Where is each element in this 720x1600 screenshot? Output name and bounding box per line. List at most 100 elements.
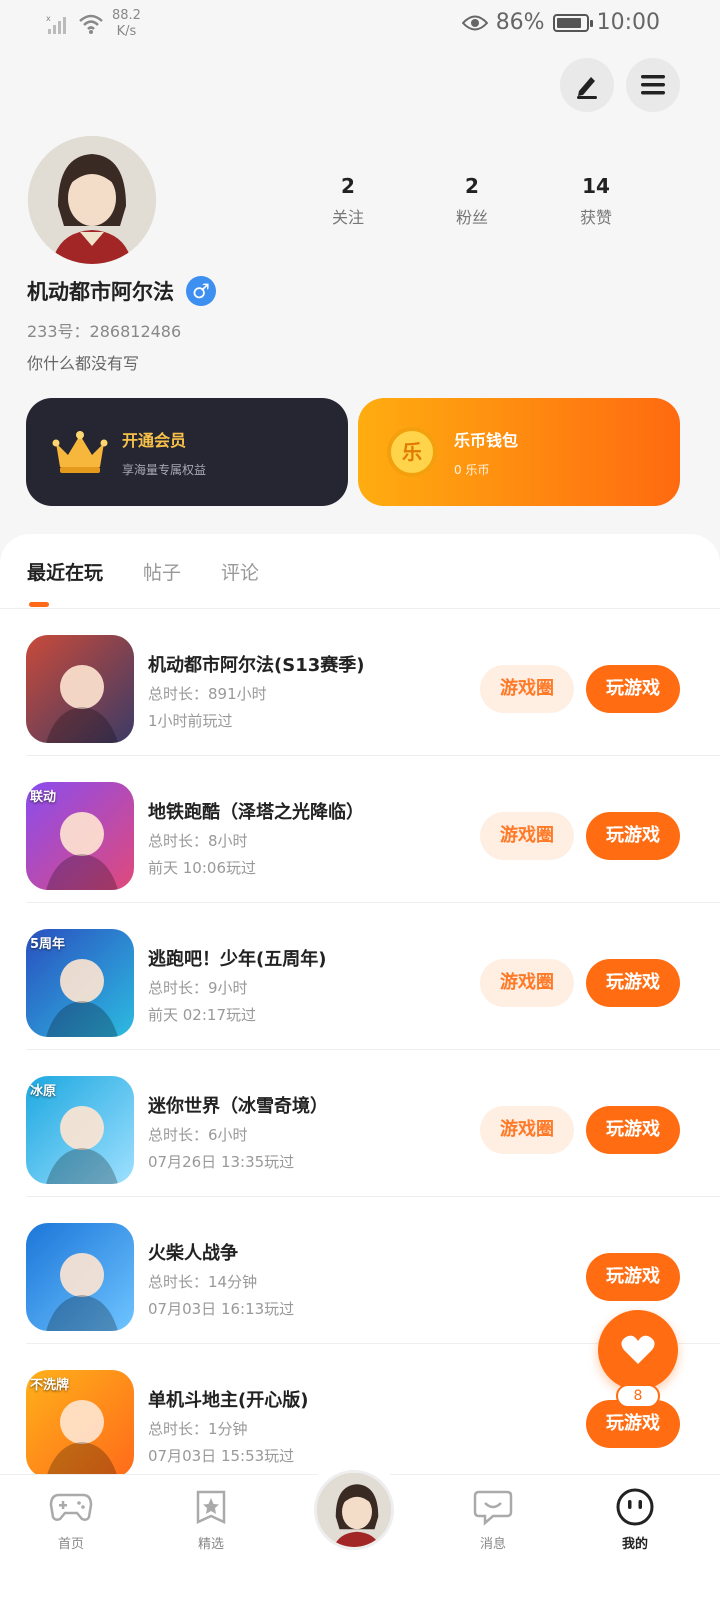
stat-value: 14 xyxy=(582,174,610,198)
wifi-icon xyxy=(79,14,103,34)
artwork-body xyxy=(46,707,118,743)
like-count-badge: 8 xyxy=(616,1384,660,1408)
tab-indicator xyxy=(29,602,49,607)
game-icon: 5周年 xyxy=(26,929,134,1037)
heart-icon xyxy=(621,1335,655,1364)
game-circle-button[interactable]: 游戏圈 xyxy=(480,665,574,713)
wallet-balance: 0 乐币 xyxy=(454,462,490,477)
play-game-button[interactable]: 玩游戏 xyxy=(586,1106,680,1154)
wallet-text: 乐币钱包 0 乐币 xyxy=(454,427,518,478)
stat-fans[interactable]: 2 粉丝 xyxy=(410,174,534,228)
game-name: 火柴人战争 xyxy=(148,1243,238,1264)
artwork-character xyxy=(60,1253,104,1297)
wallet-title: 乐币钱包 xyxy=(454,430,519,450)
tab-recent-played[interactable]: 最近在玩 xyxy=(27,558,103,608)
svg-text:x: x xyxy=(46,14,51,23)
game-info: 逃跑吧！少年(五周年) 总时长：9小时 前天 02:17玩过 xyxy=(148,945,326,1025)
game-info: 单机斗地主(开心版) 总时长：1分钟 07月03日 15:53玩过 xyxy=(148,1386,308,1466)
play-game-button[interactable]: 玩游戏 xyxy=(586,1253,680,1301)
nav-mine[interactable]: 我的 xyxy=(590,1487,680,1552)
stat-likes[interactable]: 14 获赞 xyxy=(534,174,658,228)
vip-text: 开通会员 享海量专属权益 xyxy=(122,427,206,478)
vip-card[interactable]: 开通会员 享海量专属权益 xyxy=(26,398,348,506)
game-artwork xyxy=(46,1253,118,1331)
game-circle-button[interactable]: 游戏圈 xyxy=(480,812,574,860)
artwork-character xyxy=(60,665,104,709)
artwork-character xyxy=(60,959,104,1003)
game-circle-button[interactable]: 游戏圈 xyxy=(480,959,574,1007)
list-item[interactable]: 机动都市阿尔法(S13赛季) 总时长：891小时 1小时前玩过 游戏圈 玩游戏 xyxy=(26,609,720,756)
status-bar: x 88.2 K/s 86% 10:00 xyxy=(0,0,720,52)
artwork-character xyxy=(60,1400,104,1444)
list-item[interactable]: 联动 地铁跑酷（泽塔之光降临） 总时长：8小时 前天 10:06玩过 游戏圈 玩… xyxy=(26,756,720,903)
stat-following[interactable]: 2 关注 xyxy=(286,174,410,228)
user-id: 233号：286812486 xyxy=(27,322,182,341)
list-item[interactable]: 冰原 迷你世界（冰雪奇境） 总时长：6小时 07月26日 13:35玩过 游戏圈… xyxy=(26,1050,720,1197)
avatar[interactable] xyxy=(28,136,156,264)
artwork-body xyxy=(46,854,118,890)
coin-icon: 乐 xyxy=(384,424,440,480)
stat-label: 粉丝 xyxy=(455,208,488,227)
artwork-character xyxy=(60,1106,104,1150)
tab-posts[interactable]: 帖子 xyxy=(143,558,181,608)
game-last-played: 前天 10:06玩过 xyxy=(148,859,256,877)
stat-label: 关注 xyxy=(331,208,364,227)
profile-stats: 2 关注 2 粉丝 14 获赞 xyxy=(286,174,658,228)
wallet-card[interactable]: 乐 乐币钱包 0 乐币 xyxy=(358,398,680,506)
nickname-row: 机动都市阿尔法 ♂ xyxy=(27,276,216,306)
game-circle-button[interactable]: 游戏圈 xyxy=(480,1106,574,1154)
status-left: x 88.2 K/s xyxy=(46,8,141,40)
game-icon: 联动 xyxy=(26,782,134,890)
nav-label: 精选 xyxy=(197,1537,224,1552)
coin-glyph: 乐 xyxy=(387,427,437,477)
game-name: 迷你世界（冰雪奇境） xyxy=(148,1096,328,1117)
nav-label: 首页 xyxy=(57,1537,84,1552)
artwork-body xyxy=(46,1295,118,1331)
nav-messages[interactable]: 消息 xyxy=(448,1487,538,1552)
game-duration: 总时长：9小时 xyxy=(148,979,248,997)
nav-label: 消息 xyxy=(479,1537,506,1552)
chat-icon xyxy=(471,1487,515,1527)
play-game-button[interactable]: 玩游戏 xyxy=(586,665,680,713)
tab-comments[interactable]: 评论 xyxy=(221,558,259,608)
play-game-button[interactable]: 玩游戏 xyxy=(586,812,680,860)
game-info: 迷你世界（冰雪奇境） 总时长：6小时 07月26日 13:35玩过 xyxy=(148,1092,328,1172)
game-icon: 冰原 xyxy=(26,1076,134,1184)
nav-featured[interactable]: 精选 xyxy=(166,1487,256,1552)
game-duration: 总时长：8小时 xyxy=(148,832,248,850)
nav-home[interactable]: 首页 xyxy=(26,1487,116,1552)
vip-subtitle: 享海量专属权益 xyxy=(122,462,207,477)
game-info: 火柴人战争 总时长：14分钟 07月03日 16:13玩过 xyxy=(148,1239,294,1319)
tab-bar: 最近在玩 帖子 评论 xyxy=(0,558,720,608)
bio: 你什么都没有写 xyxy=(27,354,140,373)
game-artwork xyxy=(46,665,118,743)
artwork-body xyxy=(46,1001,118,1037)
list-item[interactable]: 5周年 逃跑吧！少年(五周年) 总时长：9小时 前天 02:17玩过 游戏圈 玩… xyxy=(26,903,720,1050)
play-game-button[interactable]: 玩游戏 xyxy=(586,959,680,1007)
clock: 10:00 xyxy=(596,10,660,35)
game-name: 单机斗地主(开心版) xyxy=(148,1390,309,1411)
menu-button[interactable] xyxy=(626,58,680,112)
nickname: 机动都市阿尔法 xyxy=(27,280,174,304)
game-icon-badge: 不洗牌 xyxy=(30,1378,70,1393)
face-icon xyxy=(613,1487,657,1527)
game-name: 地铁跑酷（泽塔之光降临） xyxy=(148,802,364,823)
signal-icon: x xyxy=(46,14,66,34)
hamburger-icon xyxy=(641,75,665,95)
stat-value: 2 xyxy=(341,174,355,198)
nav-avatar-button[interactable] xyxy=(314,1470,394,1550)
avatar-image xyxy=(28,136,156,264)
game-info: 地铁跑酷（泽塔之光降临） 总时长：8小时 前天 10:06玩过 xyxy=(148,798,364,878)
game-icon xyxy=(26,635,134,743)
nav-label: 我的 xyxy=(621,1537,648,1552)
game-last-played: 07月03日 16:13玩过 xyxy=(148,1300,295,1318)
battery-percent: 86% xyxy=(495,10,545,35)
game-info: 机动都市阿尔法(S13赛季) 总时长：891小时 1小时前玩过 xyxy=(148,651,364,731)
network-speed: 88.2 K/s xyxy=(112,8,141,40)
edit-profile-button[interactable] xyxy=(560,58,614,112)
battery-icon xyxy=(552,13,593,32)
game-duration: 总时长：14分钟 xyxy=(148,1273,258,1291)
game-icon-badge: 5周年 xyxy=(30,937,66,952)
game-duration: 总时长：6小时 xyxy=(148,1126,248,1144)
like-fab[interactable] xyxy=(598,1310,678,1390)
